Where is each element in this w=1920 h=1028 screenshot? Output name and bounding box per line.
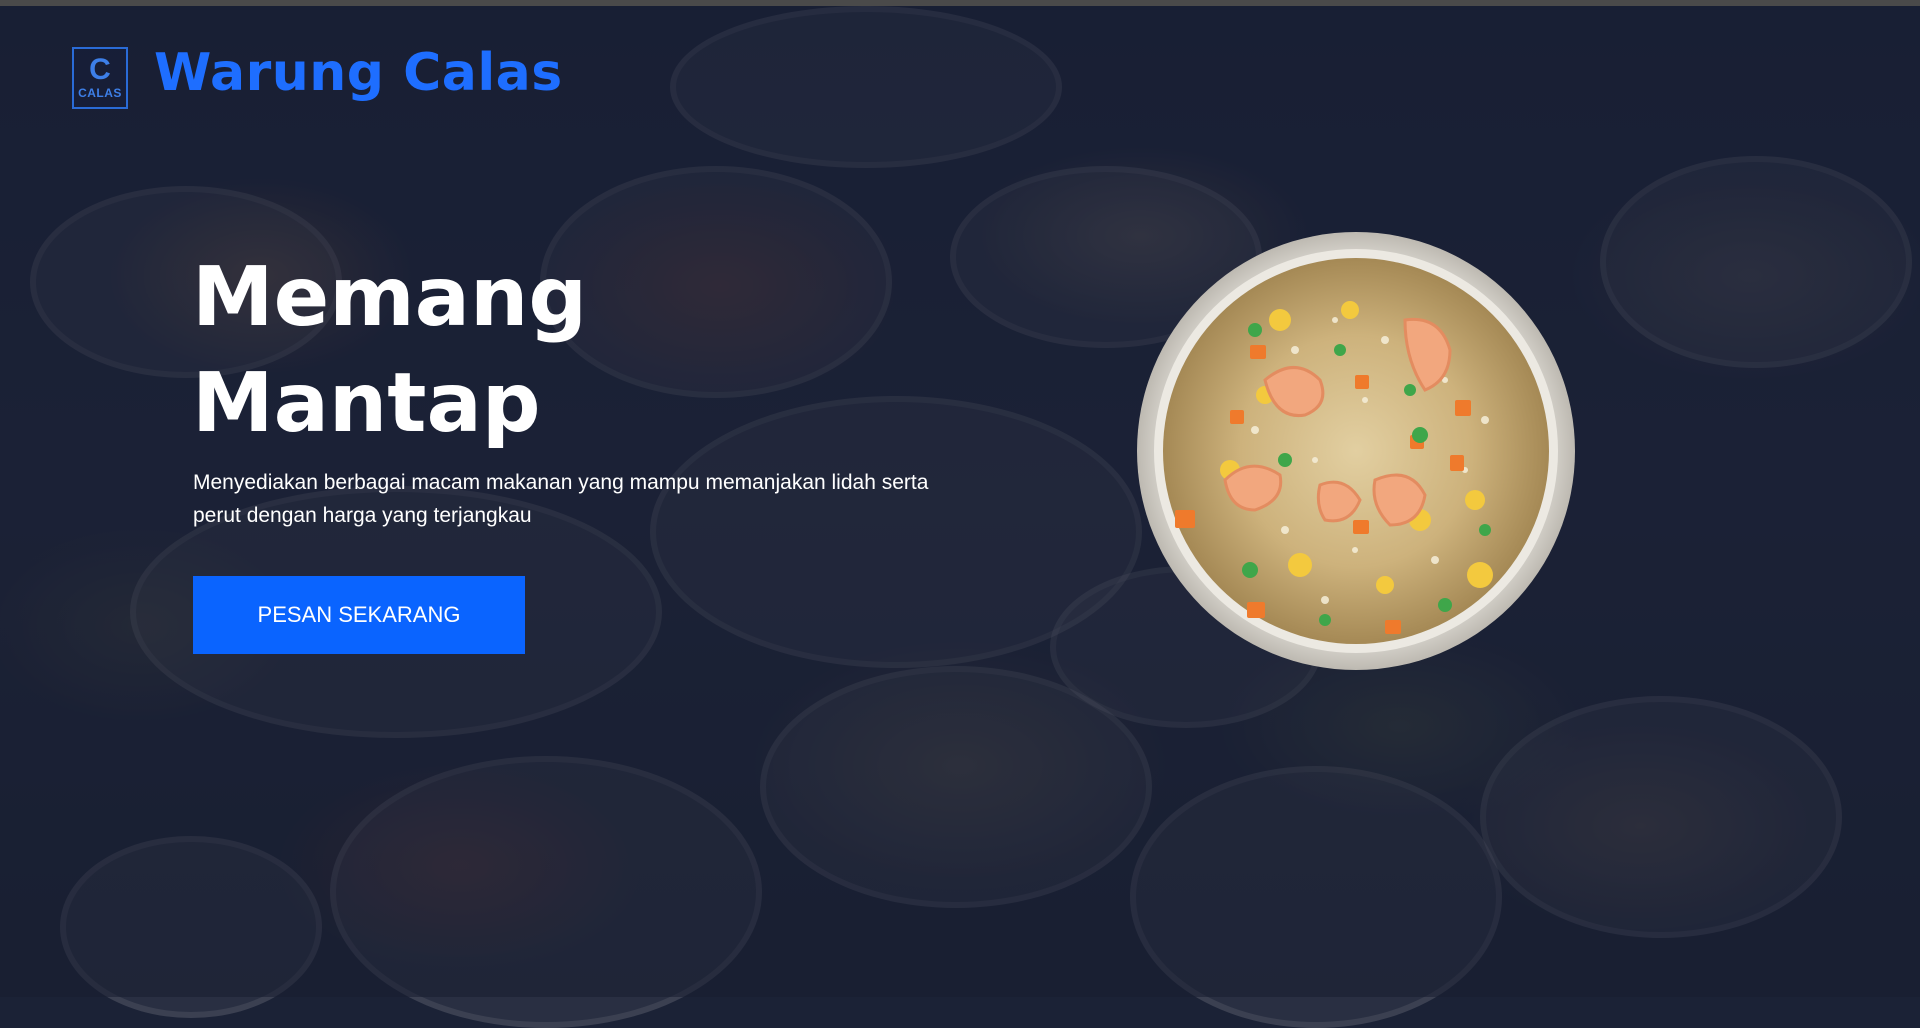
brand-name[interactable]: Warung Calas: [154, 43, 563, 103]
hero-title: Memang Mantap: [192, 245, 792, 457]
hero-subtitle: Menyediakan berbagai macam makanan yang …: [193, 471, 929, 527]
brand-logo[interactable]: C CALAS: [72, 47, 128, 109]
hero-title-line-2: Mantap: [192, 356, 541, 451]
logo-text: CALAS: [78, 86, 122, 100]
fried-rice-bowl-image: [1135, 230, 1577, 672]
logo-glyph: C: [89, 53, 111, 86]
order-now-button[interactable]: PESAN SEKARANG: [193, 576, 525, 654]
hero-title-line-1: Memang: [192, 250, 588, 345]
